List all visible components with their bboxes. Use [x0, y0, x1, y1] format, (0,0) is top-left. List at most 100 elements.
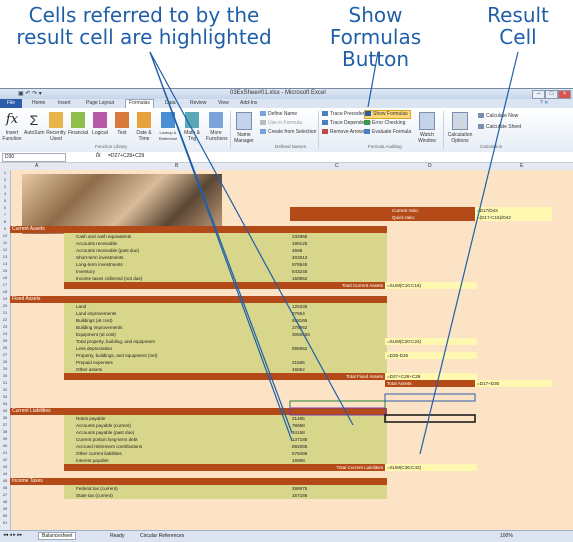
name-manager-button[interactable]: Name Manager: [232, 112, 256, 144]
row-label[interactable]: Equipment (at cost): [64, 331, 302, 338]
tab-page-layout[interactable]: Page Layout: [86, 100, 114, 106]
row-label[interactable]: Short-term investments: [64, 254, 302, 261]
row-number[interactable]: 49: [0, 506, 10, 511]
row-label[interactable]: Accounts payable (past due): [64, 429, 302, 436]
column-header-b[interactable]: B: [175, 163, 178, 169]
row-label[interactable]: Notes payable: [64, 415, 302, 422]
row-number[interactable]: 30: [0, 373, 10, 378]
row-label[interactable]: Other current liabilities: [64, 450, 302, 457]
row-label[interactable]: Current portion long-term debt: [64, 436, 302, 443]
row-number[interactable]: 34: [0, 401, 10, 406]
autosum-button[interactable]: Σ AutoSum: [24, 112, 45, 136]
create-from-selection-button[interactable]: Create from Selection: [260, 129, 316, 136]
current-ratio-formula[interactable]: =D17/D43: [475, 207, 552, 214]
sheet-tab-balancesheet[interactable]: Balancesheet: [38, 532, 77, 540]
calculate-now-button[interactable]: Calculate Now: [478, 113, 518, 120]
watch-window-button[interactable]: Watch Window: [415, 112, 439, 144]
value-cell[interactable]: 21465: [290, 415, 387, 422]
column-header-e[interactable]: E: [520, 163, 523, 169]
row-number[interactable]: 51: [0, 520, 10, 525]
row-number[interactable]: 2: [0, 177, 10, 182]
row-label[interactable]: Federal tax (current): [64, 485, 302, 492]
row-number[interactable]: 14: [0, 261, 10, 266]
section-header-income-taxes[interactable]: Income Taxes: [10, 478, 387, 485]
row-number[interactable]: 31: [0, 380, 10, 385]
tab-review[interactable]: Review: [190, 100, 206, 106]
value-cell[interactable]: 976545: [290, 261, 387, 268]
value-cell[interactable]: 232965: [290, 233, 387, 240]
row-label[interactable]: Other assets: [64, 366, 302, 373]
row-label[interactable]: Accounts receivable (past due): [64, 247, 302, 254]
row-number[interactable]: 41: [0, 450, 10, 455]
total-current-liabilities-formula[interactable]: =SUM(C36:C42): [385, 464, 477, 471]
row-label[interactable]: Buildings (at cost): [64, 317, 302, 324]
evaluate-formula-button[interactable]: Evaluate Formula: [364, 129, 411, 136]
more-functions-button[interactable]: More Functions: [206, 112, 228, 142]
quick-ratio-formula[interactable]: =(D17-C15)/D43: [475, 214, 552, 221]
value-cell[interactable]: 189125: [290, 240, 387, 247]
row-label[interactable]: Property, buildings, and equipment (net): [64, 352, 302, 359]
row-number[interactable]: 11: [0, 240, 10, 245]
value-cell[interactable]: 34158: [290, 429, 387, 436]
row-number[interactable]: 26: [0, 345, 10, 350]
tab-file[interactable]: File: [0, 99, 22, 108]
row-label[interactable]: Income taxes collected (not due): [64, 275, 302, 282]
total-current-assets-formula[interactable]: =SUM(C10:C16): [385, 282, 477, 289]
value-cell[interactable]: [290, 352, 385, 359]
value-cell[interactable]: 157165: [290, 492, 387, 499]
row-label[interactable]: Land: [64, 303, 302, 310]
row-number[interactable]: 15: [0, 268, 10, 273]
row-number[interactable]: 48: [0, 499, 10, 504]
row-number[interactable]: 20: [0, 303, 10, 308]
row-label[interactable]: Cash and cash equivalents: [64, 233, 302, 240]
remove-arrows-button[interactable]: Remove Arrows: [322, 129, 365, 136]
row-number[interactable]: 18: [0, 289, 10, 294]
row-label[interactable]: Prepaid expenses: [64, 359, 302, 366]
row-number[interactable]: 39: [0, 436, 10, 441]
quick-access-toolbar[interactable]: ▣ ↶ ↷ ▾: [18, 90, 42, 97]
tab-insert[interactable]: Insert: [58, 100, 71, 106]
row-label[interactable]: Accounts payable (current): [64, 422, 302, 429]
insert-function-button[interactable]: fx Insert Function: [2, 112, 22, 142]
help-icon[interactable]: ? ✕: [540, 100, 548, 106]
row-label[interactable]: Building improvements: [64, 324, 302, 331]
minimize-button[interactable]: –: [532, 90, 545, 99]
calculate-sheet-button[interactable]: Calculate Sheet: [478, 124, 521, 131]
row-number[interactable]: 38: [0, 429, 10, 434]
value-cell[interactable]: [290, 338, 385, 345]
value-cell[interactable]: 658165: [290, 317, 387, 324]
row-label[interactable]: Accrued retirement contributions: [64, 443, 302, 450]
section-header-fixed-assets[interactable]: Fixed Assets: [10, 296, 387, 303]
row-number[interactable]: 33: [0, 394, 10, 399]
row-label[interactable]: Accounts receivable: [64, 240, 302, 247]
row-number[interactable]: 27: [0, 352, 10, 357]
result-cell[interactable]: =D27+C28+C29: [385, 373, 477, 380]
logical-button[interactable]: Logical: [90, 112, 110, 136]
row-number[interactable]: 10: [0, 233, 10, 238]
value-cell[interactable]: 3050656: [290, 331, 387, 338]
row-number[interactable]: 23: [0, 324, 10, 329]
row-number[interactable]: 47: [0, 492, 10, 497]
row-number[interactable]: 5: [0, 198, 10, 203]
row-number[interactable]: 50: [0, 513, 10, 518]
formula-input[interactable]: =D27+C28+C29: [108, 153, 144, 159]
row-number[interactable]: 19: [0, 296, 10, 301]
trace-precedents-button[interactable]: Trace Precedents: [322, 111, 369, 118]
row-number[interactable]: 17: [0, 282, 10, 287]
column-header-c[interactable]: C: [335, 163, 339, 169]
row-number[interactable]: 8: [0, 219, 10, 224]
show-formulas-button[interactable]: Show Formulas: [364, 110, 411, 119]
row-number[interactable]: 7: [0, 212, 10, 217]
row-number[interactable]: 9: [0, 226, 10, 231]
math-trig-button[interactable]: Math & Trig: [182, 112, 202, 142]
date-time-button[interactable]: Date & Time: [134, 112, 154, 142]
value-cell[interactable]: 21565: [290, 359, 387, 366]
row-number[interactable]: 16: [0, 275, 10, 280]
row-number[interactable]: 12: [0, 247, 10, 252]
value-cell[interactable]: 288975: [290, 485, 387, 492]
close-button[interactable]: ×: [558, 90, 571, 99]
value-cell[interactable]: 27654: [290, 310, 387, 317]
value-cell[interactable]: 578495: [290, 450, 387, 457]
row-number[interactable]: 4: [0, 191, 10, 196]
total-assets-formula[interactable]: =D17+D30: [475, 380, 552, 387]
